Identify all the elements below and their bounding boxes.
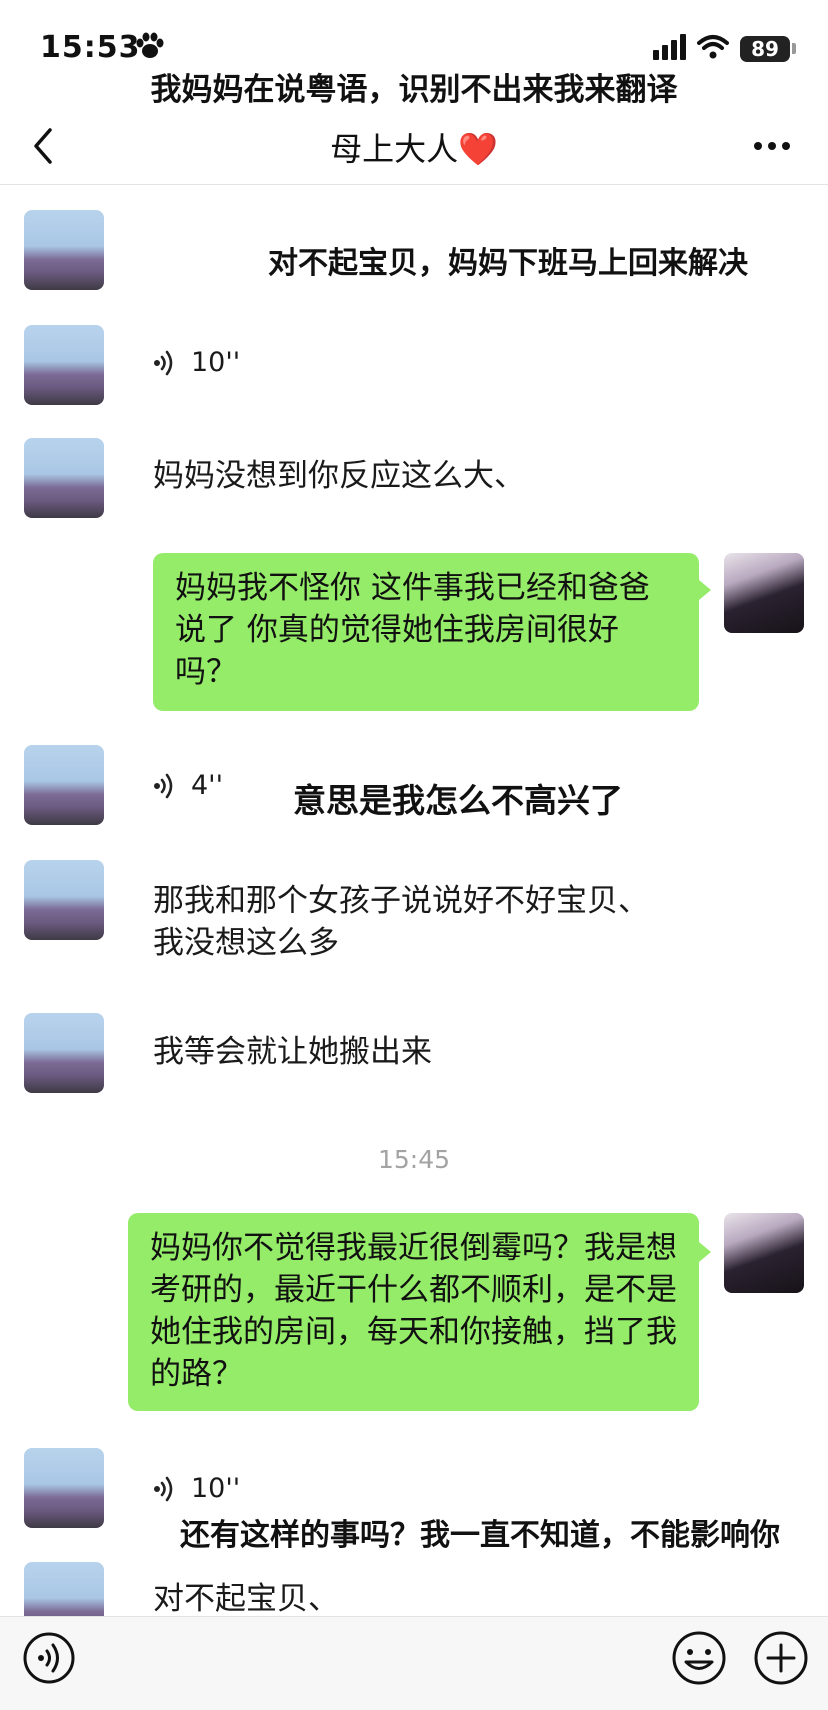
mom-avatar[interactable]: [24, 325, 104, 405]
battery-tip: [792, 43, 796, 54]
mom-avatar[interactable]: [24, 438, 104, 518]
message-line: 我没想这么多: [153, 925, 339, 961]
bubble-tail: [699, 580, 711, 600]
heart-icon: ❤️: [458, 130, 498, 168]
voice-message[interactable]: 10'': [153, 347, 240, 378]
mom-avatar[interactable]: [24, 210, 104, 290]
emoji-icon[interactable]: [670, 1629, 728, 1691]
message-text: 妈妈没想到你反应这么大、: [153, 458, 525, 494]
bubble-tail: [699, 1242, 711, 1262]
message-line: 那我和那个女孩子说说好不好宝贝、: [153, 883, 649, 919]
overlay-caption: 我妈妈在说粤语，识别不出来我来翻译: [150, 72, 678, 108]
chat-title: 母上大人❤️: [0, 124, 828, 170]
message-text: 对不起宝贝、: [153, 1581, 339, 1617]
mom-avatar[interactable]: [24, 745, 104, 825]
voice-wave-icon: [154, 773, 173, 798]
signal-icon: [653, 34, 689, 64]
sent-message-bubble[interactable]: 妈妈你不觉得我最近很倒霉吗？我是想考研的，最近干什么都不顺利，是不是她住我的房间…: [128, 1213, 699, 1411]
status-bar: 15:53 89 我妈妈在说粤语，识别不出来我来翻译: [0, 0, 828, 110]
translation-overlay: 对不起宝贝，妈妈下班马上回来解决: [268, 246, 748, 281]
message-text: 那我和那个女孩子说说好不好宝贝、 我没想这么多: [153, 880, 649, 964]
more-icon[interactable]: [752, 134, 792, 162]
wifi-icon: [697, 34, 729, 64]
voice-wave-icon: [154, 1476, 173, 1501]
contact-name: 母上大人: [330, 130, 459, 168]
mom-avatar[interactable]: [24, 860, 104, 940]
my-avatar[interactable]: [724, 1213, 804, 1293]
voice-duration: 4'': [191, 770, 224, 801]
mom-avatar[interactable]: [24, 1448, 104, 1528]
voice-duration: 10'': [191, 347, 241, 378]
nav-bar: 母上大人❤️: [0, 110, 828, 185]
voice-wave-icon: [154, 350, 173, 375]
translation-overlay: 意思是我怎么不高兴了: [293, 781, 623, 820]
sent-message-bubble[interactable]: 妈妈我不怪你 这件事我已经和爸爸说了 你真的觉得她住我房间很好吗？: [153, 553, 699, 711]
voice-message[interactable]: 10'': [153, 1473, 240, 1504]
translation-overlay: 还有这样的事吗？我一直不知道，不能影响你: [180, 1518, 780, 1553]
timestamp: 15:45: [377, 1145, 451, 1174]
status-time: 15:53: [40, 30, 141, 65]
battery-level: 89: [740, 36, 790, 62]
paw-icon: [135, 32, 165, 64]
message-text: 我等会就让她搬出来: [153, 1034, 432, 1070]
input-bar: [0, 1616, 828, 1710]
my-avatar[interactable]: [724, 553, 804, 633]
plus-icon[interactable]: [752, 1629, 810, 1691]
voice-input-icon[interactable]: [22, 1631, 76, 1689]
voice-message[interactable]: 4'': [153, 770, 223, 801]
mom-avatar[interactable]: [24, 1013, 104, 1093]
voice-duration: 10'': [191, 1473, 241, 1504]
